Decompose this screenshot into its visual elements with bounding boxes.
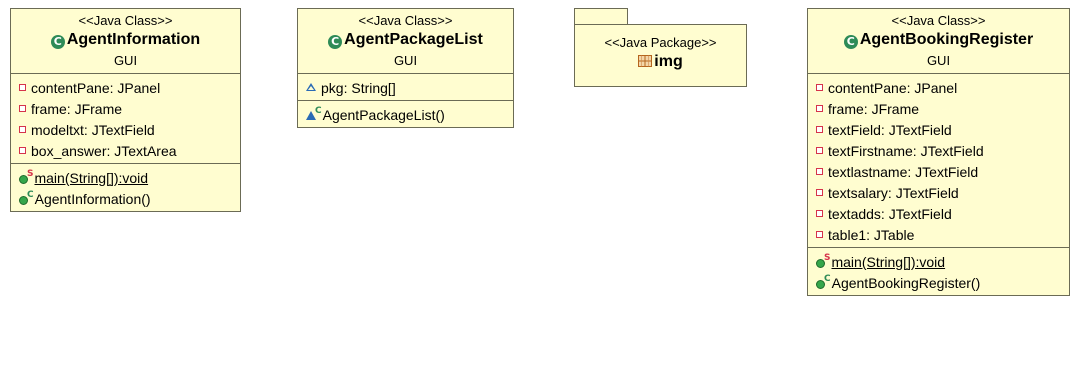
- field-row[interactable]: frame: JFrame: [11, 98, 240, 119]
- private-field-icon: [19, 146, 26, 154]
- field-row[interactable]: frame: JFrame: [808, 98, 1069, 119]
- private-field-icon: [816, 104, 823, 112]
- method-row[interactable]: Smain(String[]):void: [808, 251, 1069, 272]
- private-field-icon: [19, 125, 26, 133]
- private-field-icon: [816, 125, 823, 133]
- field-row[interactable]: table1: JTable: [808, 224, 1069, 245]
- field-row[interactable]: modeltxt: JTextField: [11, 119, 240, 140]
- method-row[interactable]: CAgentPackageList(): [298, 104, 513, 125]
- package-grid-icon: [638, 55, 653, 67]
- field-row[interactable]: textadds: JTextField: [808, 203, 1069, 224]
- private-field-icon: [816, 167, 823, 175]
- private-field-icon: [816, 146, 823, 154]
- class-name: AgentPackageList: [344, 31, 483, 48]
- methods-compartment: Smain(String[]):void CAgentInformation(): [11, 163, 240, 211]
- class-package: GUI: [113, 53, 138, 68]
- package-name: img: [654, 53, 683, 70]
- class-c-icon: C: [50, 35, 65, 49]
- field-row[interactable]: box_answer: JTextArea: [11, 140, 240, 161]
- fields-compartment: contentPane: JPanel frame: JFrame modelt…: [11, 73, 240, 163]
- private-field-icon: [19, 83, 26, 91]
- class-package: GUI: [393, 53, 418, 68]
- class-agent-booking-register[interactable]: <<Java Class>> C AgentBookingRegister GUI…: [807, 8, 1070, 296]
- class-agent-package-list[interactable]: <<Java Class>> C AgentPackageList GUI pkg…: [297, 8, 514, 128]
- java-package-img[interactable]: <<Java Package>> img: [574, 24, 747, 87]
- package-stereotype: <<Java Package>>: [604, 35, 717, 50]
- class-header: <<Java Class>> C AgentBookingRegister GUI: [808, 9, 1069, 73]
- class-package: GUI: [926, 53, 951, 68]
- field-row[interactable]: textField: JTextField: [808, 119, 1069, 140]
- private-field-icon: [816, 230, 823, 238]
- class-stereotype: <<Java Class>>: [358, 13, 453, 28]
- private-field-icon: [19, 104, 26, 112]
- class-name: AgentBookingRegister: [859, 31, 1034, 48]
- class-c-icon: C: [328, 35, 343, 49]
- fields-compartment: pkg: String[]: [298, 73, 513, 100]
- private-field-icon: [816, 83, 823, 91]
- field-row[interactable]: textsalary: JTextField: [808, 182, 1069, 203]
- fields-compartment: contentPane: JPanel frame: JFrame textFi…: [808, 73, 1069, 247]
- class-header: <<Java Class>> C AgentInformation GUI: [11, 9, 240, 73]
- field-row[interactable]: textlastname: JTextField: [808, 161, 1069, 182]
- class-stereotype: <<Java Class>>: [78, 13, 173, 28]
- method-row[interactable]: Smain(String[]):void: [11, 167, 240, 188]
- class-stereotype: <<Java Class>>: [891, 13, 986, 28]
- field-row[interactable]: contentPane: JPanel: [808, 77, 1069, 98]
- class-name: AgentInformation: [66, 31, 201, 48]
- methods-compartment: Smain(String[]):void CAgentBookingRegist…: [808, 247, 1069, 295]
- field-row[interactable]: pkg: String[]: [298, 77, 513, 98]
- class-header: <<Java Class>> C AgentPackageList GUI: [298, 9, 513, 73]
- method-row[interactable]: CAgentInformation(): [11, 188, 240, 209]
- class-agent-information[interactable]: <<Java Class>> C AgentInformation GUI con…: [10, 8, 241, 212]
- field-row[interactable]: textFirstname: JTextField: [808, 140, 1069, 161]
- private-field-icon: [816, 188, 823, 196]
- methods-compartment: CAgentPackageList(): [298, 100, 513, 127]
- package-tab: [574, 8, 628, 24]
- field-row[interactable]: contentPane: JPanel: [11, 77, 240, 98]
- method-row[interactable]: CAgentBookingRegister(): [808, 272, 1069, 293]
- private-field-icon: [816, 209, 823, 217]
- class-c-icon: C: [843, 35, 858, 49]
- package-field-icon: [306, 83, 316, 92]
